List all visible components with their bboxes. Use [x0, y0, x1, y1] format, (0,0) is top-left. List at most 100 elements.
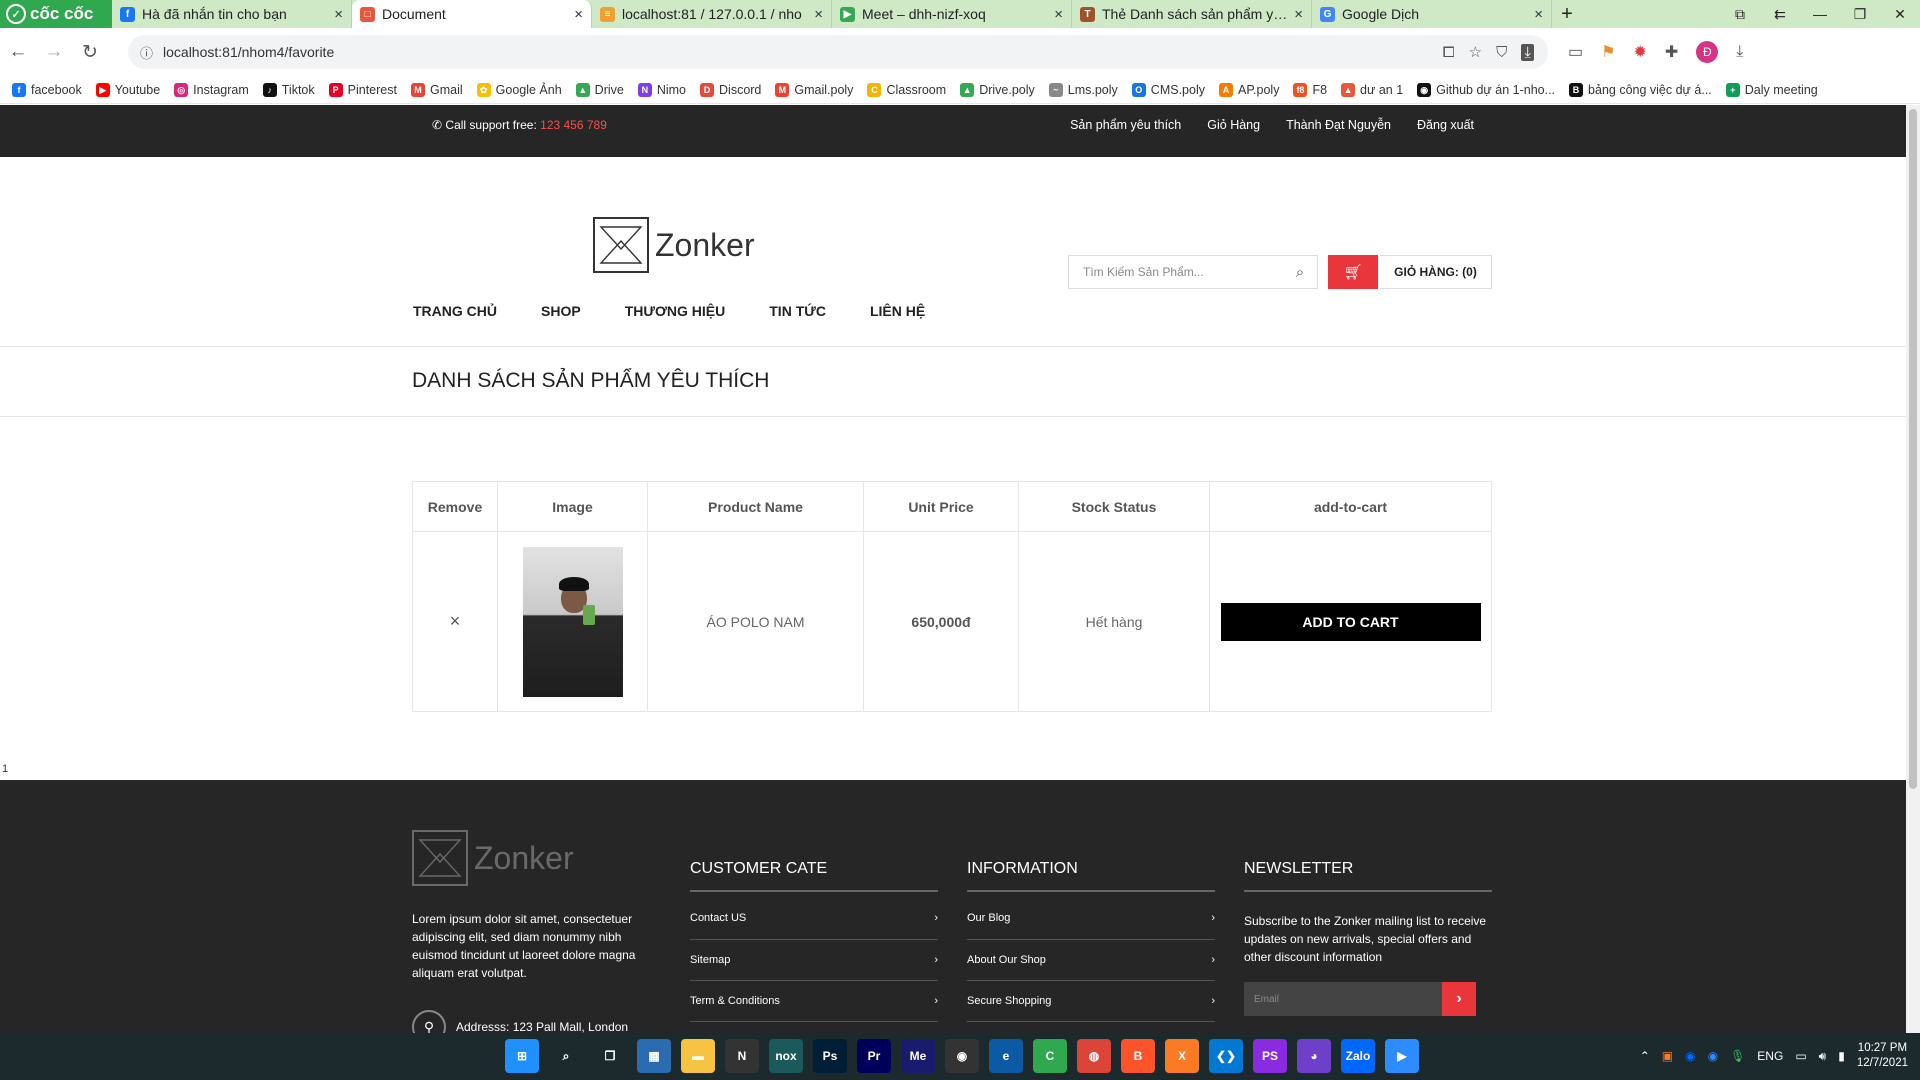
xampp-tray-icon[interactable]: ▣: [1662, 1049, 1673, 1063]
back-history-icon[interactable]: ⇇: [1760, 6, 1800, 23]
back-button[interactable]: ←: [0, 41, 36, 63]
site-info-icon[interactable]: ⓘ: [140, 43, 153, 62]
nav-item[interactable]: SHOP: [541, 303, 581, 319]
windows-start-icon[interactable]: ⊞: [505, 1039, 539, 1073]
chevron-up-icon[interactable]: ⌃: [1640, 1049, 1650, 1063]
zoom-tray-icon[interactable]: ◉: [1708, 1049, 1718, 1063]
cart-icon[interactable]: 🛒︎: [1328, 255, 1378, 289]
bookmark-item[interactable]: D Discord: [700, 82, 761, 97]
bookmark-item[interactable]: ♪ Tiktok: [262, 82, 315, 97]
github-desktop-icon[interactable]: ◕: [1297, 1039, 1331, 1073]
downloads-icon[interactable]: ⤓: [1736, 43, 1743, 61]
browser-tab[interactable]: ≡ localhost:81 / 127.0.0.1 / nho ×: [592, 0, 832, 28]
footer-link[interactable]: Secure Shopping ›: [967, 981, 1215, 1022]
tab-close-icon[interactable]: ×: [1054, 6, 1063, 23]
bookmark-item[interactable]: ▶ Youtube: [95, 82, 160, 97]
bookmark-item[interactable]: N Nimo: [637, 82, 686, 97]
bookmark-item[interactable]: ◎ Instagram: [174, 82, 249, 97]
nav-item[interactable]: LIÊN HỆ: [870, 303, 925, 319]
search-icon[interactable]: ⌕: [549, 1039, 583, 1073]
footer-link[interactable]: About Our Shop ›: [967, 940, 1215, 981]
chrome-icon[interactable]: ◍: [1077, 1039, 1111, 1073]
maximize-button[interactable]: ❐: [1840, 6, 1880, 23]
bookmark-item[interactable]: ▲ dư an 1: [1341, 82, 1403, 97]
nav-item[interactable]: TIN TỨC: [769, 303, 826, 319]
top-link[interactable]: Sản phẩm yêu thích: [1070, 118, 1181, 132]
close-window-button[interactable]: ✕: [1880, 6, 1920, 23]
minimize-button[interactable]: —: [1800, 6, 1840, 22]
bookmark-item[interactable]: ◉ Github dự án 1-nho...: [1417, 82, 1555, 97]
download-icon[interactable]: ⤓: [1521, 43, 1534, 61]
tab-close-icon[interactable]: ×: [1294, 6, 1303, 23]
forward-button[interactable]: →: [36, 41, 72, 63]
coccoc-icon[interactable]: C: [1033, 1039, 1067, 1073]
browser-tab[interactable]: T Thẻ Danh sách sản phẩm yêu ×: [1072, 0, 1312, 28]
extension-icon[interactable]: ▭: [1568, 42, 1583, 62]
vscode-icon[interactable]: ❮❯: [1209, 1039, 1243, 1073]
new-tab-button[interactable]: +: [1552, 0, 1582, 28]
footer-link[interactable]: Our Blog ›: [967, 912, 1215, 940]
remove-item-button[interactable]: ×: [450, 611, 461, 631]
support-phone[interactable]: 123 456 789: [540, 118, 607, 132]
display-icon[interactable]: ▭: [1795, 1049, 1806, 1063]
profile-avatar[interactable]: Đ: [1696, 41, 1719, 63]
xampp-icon[interactable]: X: [1165, 1039, 1199, 1073]
store-icon[interactable]: ▦: [637, 1039, 671, 1073]
browser-brand[interactable]: ✓ cốc cốc: [0, 0, 112, 28]
bookmark-item[interactable]: Bbảng công việc dự á...: [1569, 82, 1712, 97]
notion-icon[interactable]: N: [725, 1039, 759, 1073]
brave-icon[interactable]: B: [1121, 1039, 1155, 1073]
browser-tab[interactable]: □ Document ×: [352, 0, 592, 28]
product-name[interactable]: ÁO POLO NAM: [706, 614, 804, 630]
bookmark-item[interactable]: A AP.poly: [1218, 82, 1279, 97]
bookmark-item[interactable]: f8 F8: [1293, 82, 1327, 97]
bookmark-item[interactable]: M Gmail.poly: [775, 82, 853, 97]
shield-icon[interactable]: ⛉: [1496, 44, 1507, 61]
file-explorer-icon[interactable]: ▬: [681, 1039, 715, 1073]
microphone-icon[interactable]: 🎙︎: [1730, 1049, 1745, 1063]
footer-link[interactable]: Contact US ›: [690, 912, 938, 940]
footer-link[interactable]: Sitemap ›: [690, 940, 938, 981]
bookmark-item[interactable]: P Pinterest: [328, 82, 397, 97]
reload-button[interactable]: ↻: [72, 41, 108, 64]
browser-tab[interactable]: G Google Dịch ×: [1312, 0, 1552, 28]
extension-icon[interactable]: ✹: [1633, 42, 1646, 62]
zalo-icon[interactable]: Zalo: [1341, 1039, 1375, 1073]
zalo-tray-icon[interactable]: ◉: [1685, 1049, 1695, 1063]
bookmark-item[interactable]: f facebook: [12, 82, 82, 97]
url-text[interactable]: localhost:81/nhom4/favorite: [163, 44, 334, 60]
media-encoder-icon[interactable]: Me: [901, 1039, 935, 1073]
email-field[interactable]: Email: [1244, 982, 1442, 1016]
obs-icon[interactable]: ◉: [945, 1039, 979, 1073]
premiere-icon[interactable]: Pr: [857, 1039, 891, 1073]
search-input[interactable]: Tìm Kiếm Sản Phẩm... ⌕: [1068, 255, 1318, 289]
bookmark-item[interactable]: + Daly meeting: [1725, 82, 1818, 97]
bookmark-item[interactable]: C Classroom: [867, 82, 946, 97]
translate-icon[interactable]: ⧠: [1443, 44, 1455, 61]
product-image[interactable]: [522, 546, 623, 697]
subscribe-button[interactable]: ›: [1442, 982, 1476, 1016]
volume-icon[interactable]: 🔊︎: [1819, 1049, 1827, 1064]
page-scrollbar[interactable]: [1906, 105, 1920, 1033]
zoom-icon[interactable]: ▶: [1385, 1039, 1419, 1073]
bookmark-item[interactable]: ✿ Google Ảnh: [476, 82, 562, 97]
phpstorm-icon[interactable]: PS: [1253, 1039, 1287, 1073]
language-indicator[interactable]: ENG: [1757, 1049, 1783, 1063]
top-link[interactable]: Thành Đạt Nguyễn: [1286, 118, 1391, 132]
extension-icon[interactable]: ⚑: [1601, 42, 1615, 62]
add-to-cart-button[interactable]: ADD TO CART: [1220, 602, 1481, 641]
tab-close-icon[interactable]: ×: [574, 6, 583, 23]
search-icon[interactable]: ⌕: [1283, 264, 1317, 281]
browser-tab[interactable]: ▶ Meet – dhh-nizf-xoq ×: [832, 0, 1072, 28]
top-link[interactable]: Giỏ Hàng: [1207, 118, 1260, 132]
footer-logo[interactable]: Zonker: [412, 830, 574, 886]
site-logo[interactable]: Zonker: [593, 217, 755, 273]
footer-link[interactable]: Term & Conditions ›: [690, 981, 938, 1022]
nav-item[interactable]: TRANG CHỦ: [413, 303, 497, 319]
url-bar[interactable]: ⓘ localhost:81/nhom4/favorite ⧠ ☆ ⛉ ⤓: [128, 35, 1548, 69]
scrollbar-thumb[interactable]: [1909, 109, 1917, 789]
bookmark-item[interactable]: ▲ Drive.poly: [960, 82, 1035, 97]
tab-close-icon[interactable]: ×: [1534, 6, 1543, 23]
bookmark-item[interactable]: M Gmail: [410, 82, 463, 97]
task-view-icon[interactable]: ❐: [593, 1039, 627, 1073]
